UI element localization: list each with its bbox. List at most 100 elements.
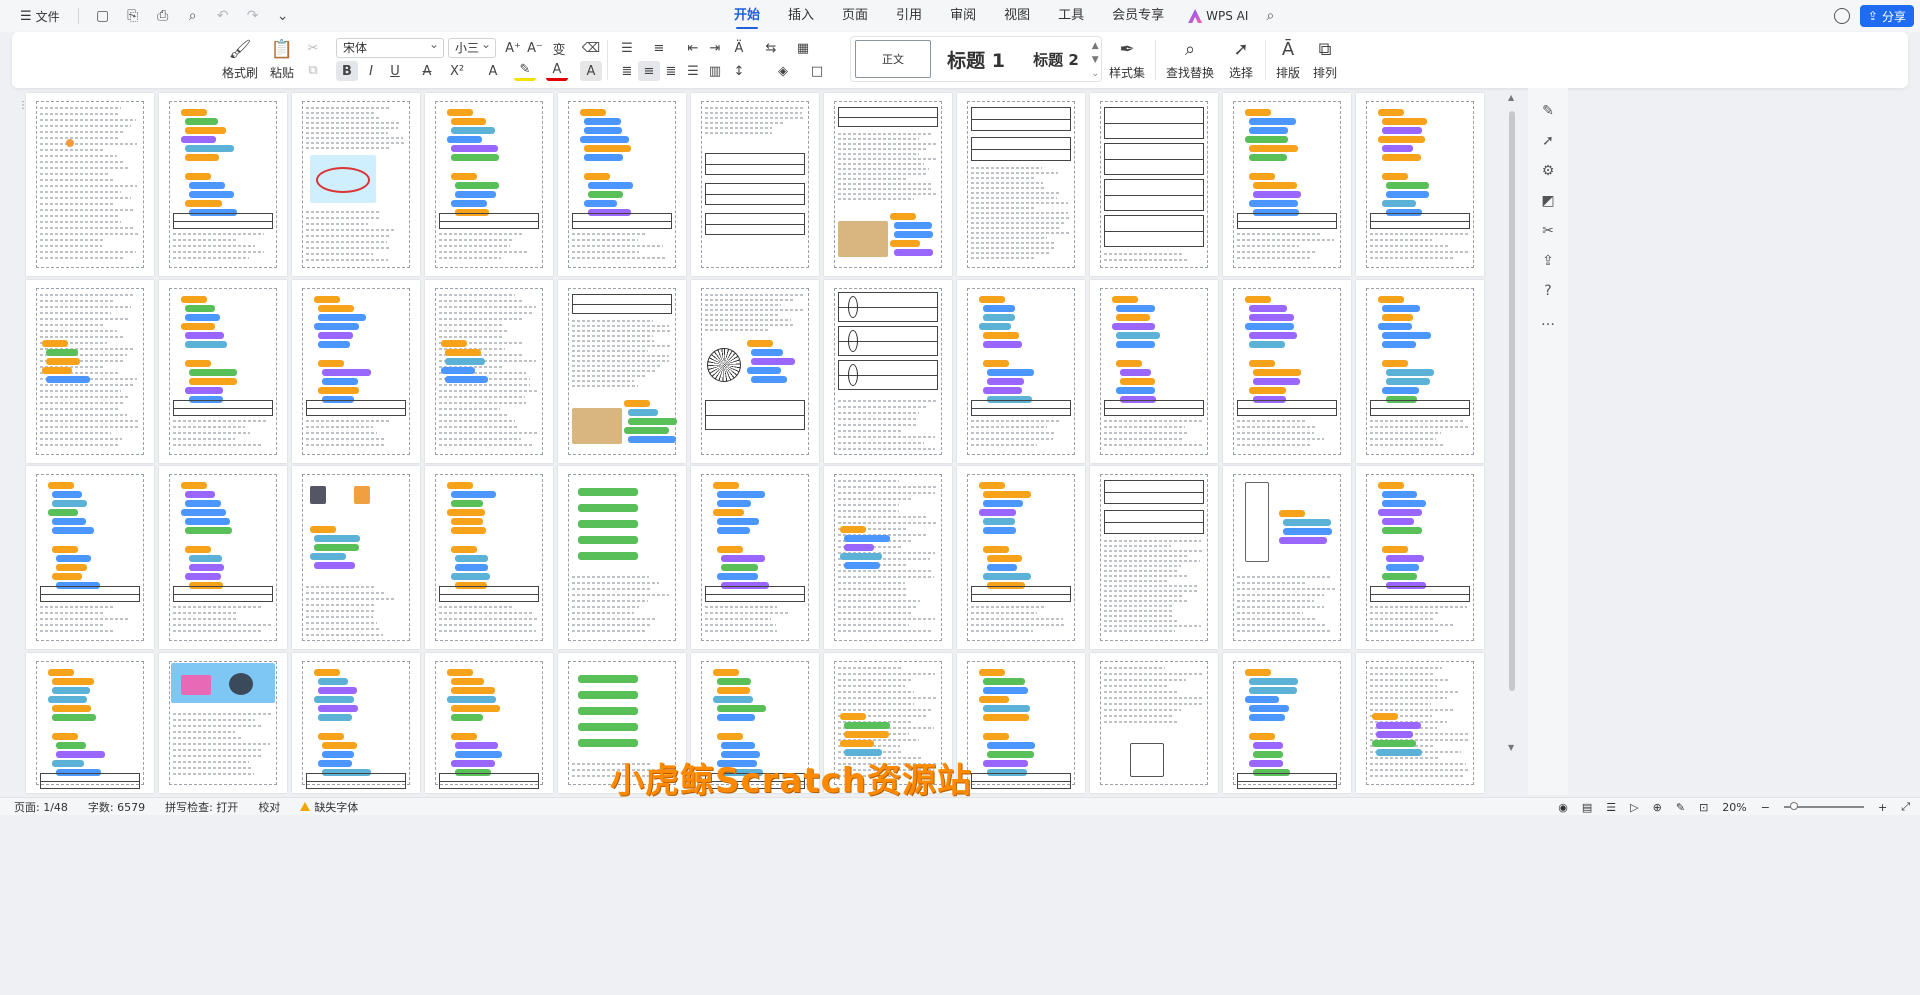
page-view-icon[interactable]: ▤ [1582,801,1592,814]
page-thumbnail[interactable] [691,280,819,463]
zoom-slider-knob[interactable] [1789,802,1798,810]
print-preview-icon[interactable]: ⌕ [181,4,205,28]
arrange-button[interactable]: ⧉ 排列 [1305,37,1345,81]
page-thumbnail[interactable] [1223,466,1351,649]
justify-icon[interactable]: ☰ [682,61,704,81]
phonetic-guide-icon[interactable]: 变 [548,38,570,58]
page-thumbnail[interactable] [558,280,686,463]
save-icon[interactable]: ▢ [91,4,115,28]
word-count[interactable]: 字数: 6579 [88,799,145,815]
numbered-list-icon[interactable]: ≡ [648,38,670,58]
play-icon[interactable]: ▷ [1630,801,1638,814]
page-thumbnail[interactable] [1356,93,1484,276]
page-thumbnail[interactable] [26,653,154,793]
line-spacing-icon[interactable]: ↕ [728,61,750,81]
format-painter-button[interactable]: 🖌 格式刷 [218,37,262,81]
align-left-icon[interactable]: ≣ [616,61,638,81]
page-thumbnail[interactable] [425,280,553,463]
adjust-icon[interactable]: ⚙ [1537,156,1559,186]
gallery-scroll-icon[interactable]: ▲ ▼ ⌄ [1091,39,1099,81]
tab-member[interactable]: 会员专享 [1098,0,1178,32]
redo-icon[interactable]: ↷ [241,4,265,28]
page-thumbnail[interactable] [159,93,287,276]
share-panel-icon[interactable]: ⇪ [1537,246,1559,276]
zoom-level[interactable]: 20% [1722,801,1746,814]
undo-icon[interactable]: ↶ [211,4,235,28]
text-direction-icon[interactable]: ⇆ [760,38,782,58]
bullet-list-icon[interactable]: ☰ [616,38,638,58]
print-icon[interactable]: ⎙ [151,4,175,28]
tab-insert[interactable]: 插入 [774,0,828,32]
file-menu[interactable]: ☰ 文件 [14,4,66,28]
page-thumbnail[interactable] [1223,653,1351,793]
more-icon[interactable]: … [1537,306,1559,336]
font-size-select[interactable]: 小三 [448,35,496,58]
page-thumbnail[interactable] [1356,466,1484,649]
page-thumbnail[interactable] [425,466,553,649]
style-heading-2[interactable]: 标题 2 [1021,40,1091,78]
text-effect-icon[interactable]: A [482,61,504,81]
comment-icon[interactable] [1833,8,1850,24]
page-thumbnail[interactable] [292,466,420,649]
search-icon[interactable]: ⌕ [1258,4,1282,28]
page-thumbnail[interactable] [824,280,952,463]
tab-home[interactable]: 开始 [720,0,774,32]
pointer-icon[interactable]: ➚ [1537,126,1559,156]
page-thumbnail[interactable] [292,653,420,793]
pen-icon[interactable]: ✎ [1537,96,1559,126]
decrease-indent-icon[interactable]: ⇤ [682,38,704,58]
highlight-icon[interactable]: ✎ [514,61,536,81]
page-thumbnail[interactable] [1223,93,1351,276]
vertical-scrollbar[interactable]: ▲ ▼ [1506,93,1518,793]
page-thumbnail[interactable] [1356,653,1484,793]
strikethrough-icon[interactable]: A [416,61,438,81]
tab-review[interactable]: 审阅 [936,0,990,32]
page-thumbnail[interactable] [1223,280,1351,463]
style-set-button[interactable]: ✒ 样式集 [1102,37,1152,81]
page-thumbnail[interactable] [1090,93,1218,276]
page-thumbnail[interactable] [957,93,1085,276]
page-thumbnail[interactable] [1356,280,1484,463]
tab-page[interactable]: 页面 [828,0,882,32]
style-normal[interactable]: 正文 [855,40,931,78]
page-thumbnail[interactable] [159,280,287,463]
page-thumbnail[interactable] [292,280,420,463]
char-shading-icon[interactable]: A [580,61,602,81]
scroll-up-icon[interactable]: ▲ [1508,93,1514,102]
page-thumbnail[interactable] [558,466,686,649]
page-thumbnail[interactable] [425,653,553,793]
page-thumbnail[interactable] [691,466,819,649]
shape-icon[interactable]: ◩ [1537,186,1559,216]
page-indicator[interactable]: 页面: 1/48 [14,799,68,815]
font-name-select[interactable]: 宋体 [336,35,444,58]
clear-format-icon[interactable]: ⌫ [580,38,602,58]
scrollbar-thumb[interactable] [1509,111,1515,691]
page-thumbnail[interactable] [1090,653,1218,793]
font-color-icon[interactable]: A [546,61,568,81]
page-thumbnail[interactable] [159,653,287,793]
paste-button[interactable]: 📋 粘贴 [260,37,304,81]
borders-icon[interactable]: □ [806,61,828,81]
scroll-down-icon[interactable]: ▼ [1508,743,1514,752]
typeset-button[interactable]: Ā 排版 [1268,37,1308,81]
chevron-down-icon[interactable]: ⌄ [271,4,295,28]
increase-indent-icon[interactable]: ⇥ [704,38,726,58]
page-thumbnail[interactable] [558,93,686,276]
page-thumbnail[interactable] [957,280,1085,463]
underline-icon[interactable]: U [384,61,406,81]
spell-check-toggle[interactable]: 拼写检查: 打开 [165,799,238,815]
select-button[interactable]: ➚ 选择 [1218,37,1264,81]
tools-icon[interactable]: ✂ [1537,216,1559,246]
page-thumbnail[interactable] [691,93,819,276]
page-thumbnail[interactable] [292,93,420,276]
zoom-out-icon[interactable]: − [1761,801,1770,814]
align-center-icon[interactable]: ≡ [638,61,660,81]
page-thumbnail[interactable] [1090,466,1218,649]
missing-font-button[interactable]: 缺失字体 [300,799,358,815]
page-thumbnail[interactable] [957,653,1085,793]
chinese-layout-icon[interactable]: Ä [728,38,750,58]
page-thumbnail[interactable] [26,93,154,276]
find-replace-button[interactable]: ⌕ 查找替换 [1162,37,1218,81]
zoom-slider[interactable] [1783,802,1864,810]
grow-font-icon[interactable]: A⁺ [502,38,524,58]
